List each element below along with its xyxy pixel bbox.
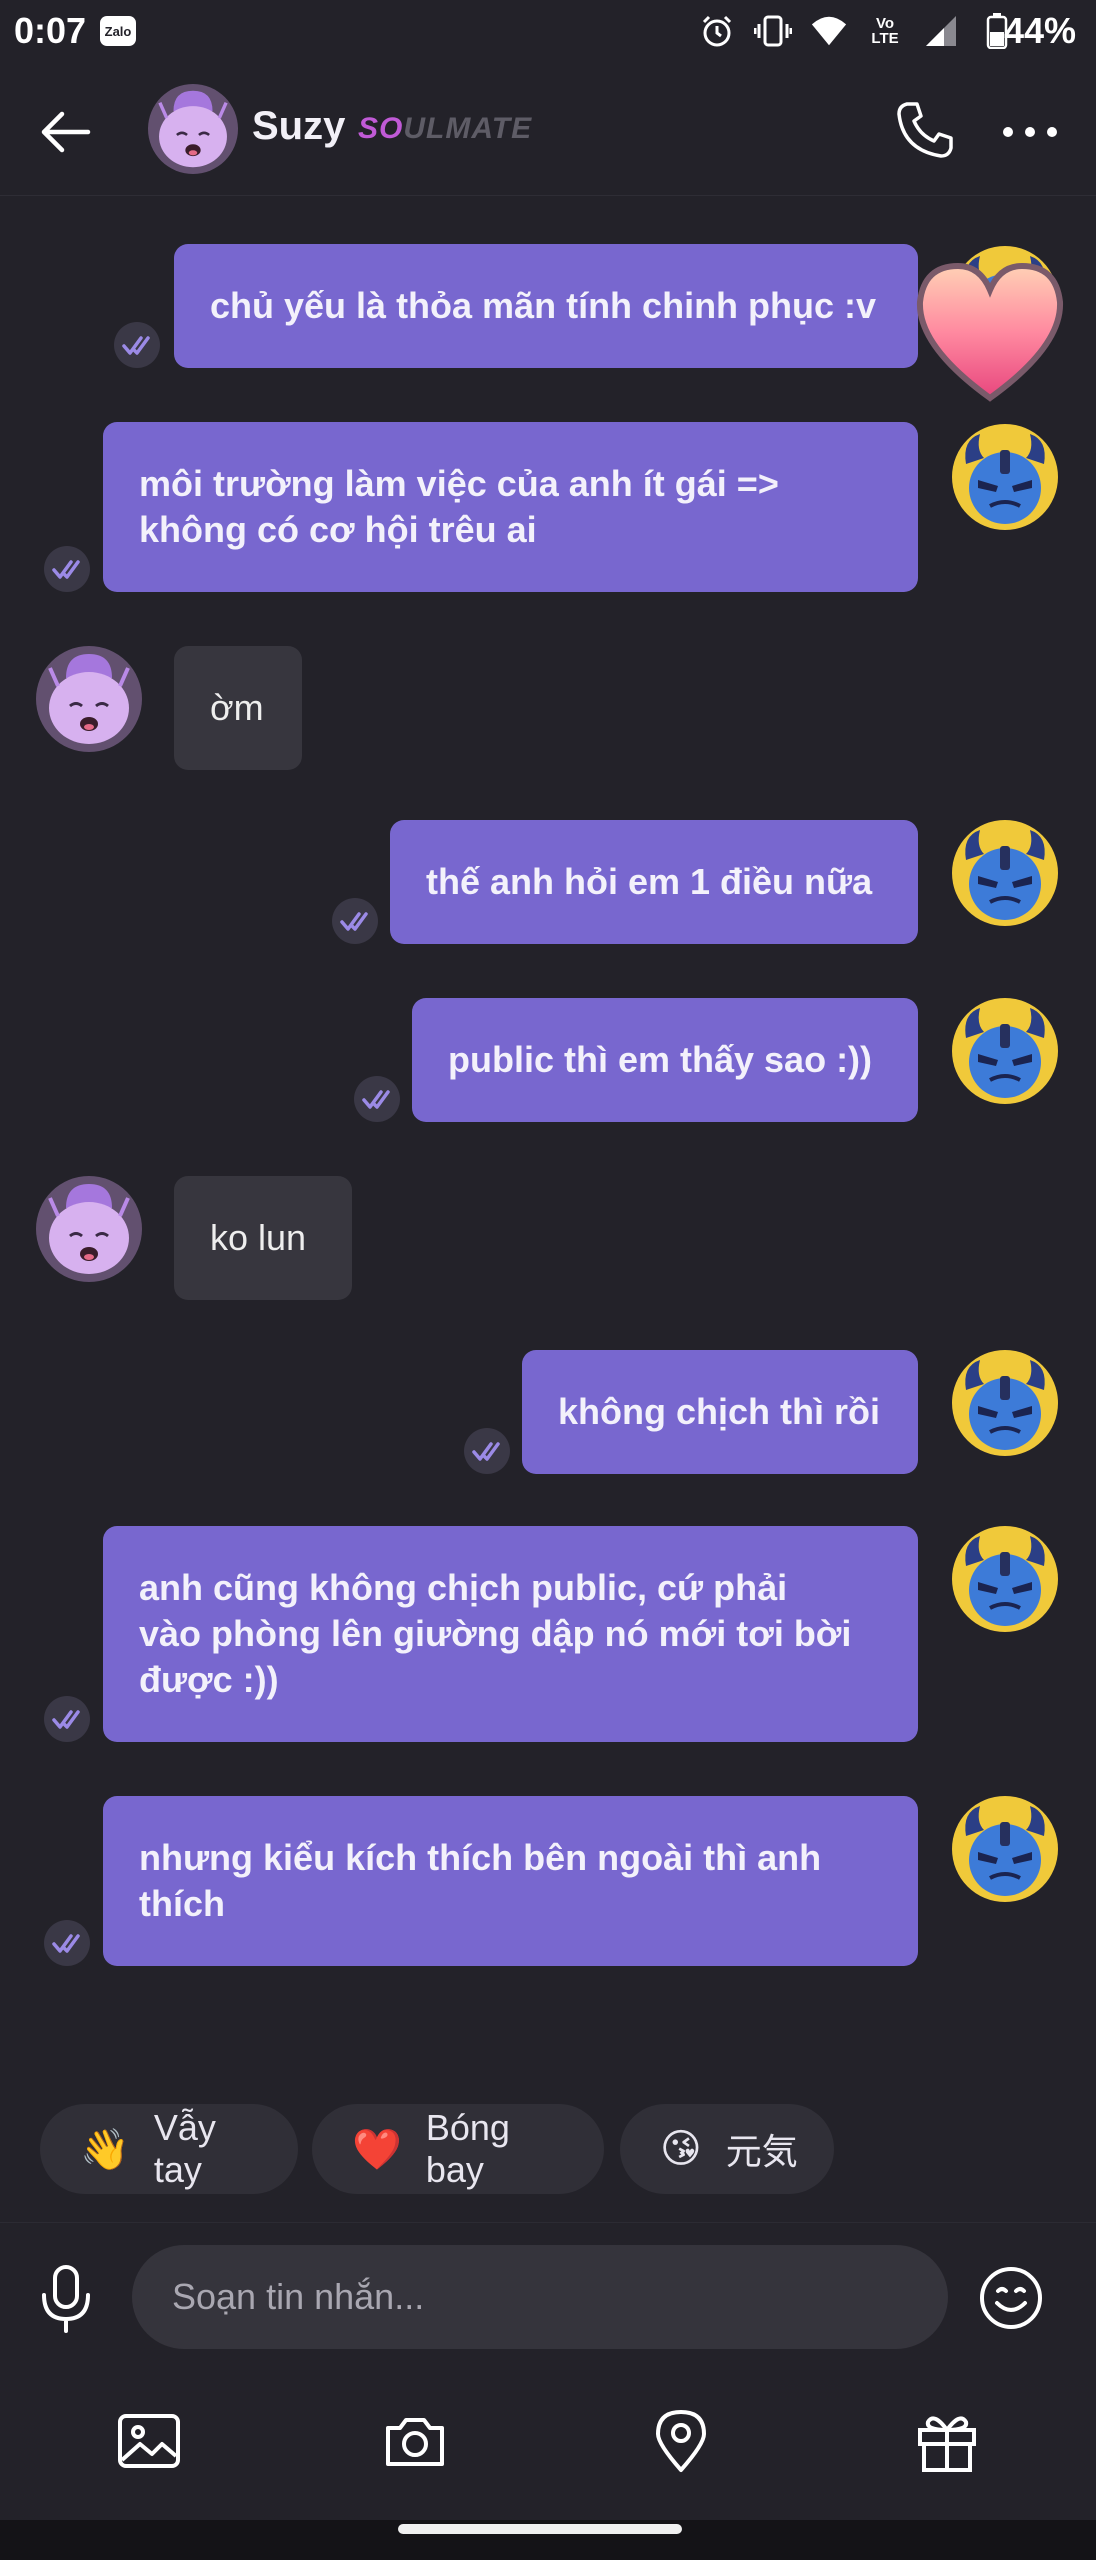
arrow-left-icon [41, 111, 91, 153]
status-time: 0:07 [14, 10, 87, 51]
wifi-icon [810, 12, 848, 50]
quick-reaction-balloon[interactable]: ❤️ Bóng bay [312, 2104, 604, 2194]
back-button[interactable] [36, 102, 96, 162]
status-bar: 0:07 Zalo Vo LTE 44% [0, 0, 1096, 62]
message-bubble-outgoing[interactable]: môi trường làm việc của anh ít gái => kh… [103, 422, 918, 592]
composer-bar [0, 2222, 1096, 2370]
battery-percent: 44% [1003, 10, 1076, 51]
phone-icon [897, 102, 953, 158]
emoji-button[interactable] [978, 2265, 1044, 2331]
home-gesture-handle[interactable] [398, 2524, 682, 2534]
quick-reaction-genki[interactable]: 😘 元気 [620, 2104, 834, 2194]
contact-avatar[interactable] [36, 1176, 142, 1282]
soulmate-badge: SOULMATE [358, 112, 533, 145]
more-horizontal-icon [1003, 127, 1057, 137]
attachment-toolbar [0, 2370, 1096, 2520]
quick-reaction-label: 元気 [725, 2131, 798, 2172]
heart-icon: ❤️ [352, 2126, 402, 2173]
location-button[interactable] [646, 2406, 716, 2476]
read-receipt-icon [44, 1696, 90, 1742]
microphone-icon [42, 2265, 90, 2333]
my-avatar[interactable] [952, 424, 1058, 530]
quick-reaction-label: Bóng bay [425, 2107, 510, 2190]
voice-message-button[interactable] [36, 2263, 96, 2335]
heart-sticker-icon [916, 262, 1064, 402]
kiss-face-icon: 😘 [660, 2126, 702, 2172]
volte-icon: Vo LTE [871, 15, 899, 47]
vibrate-icon [754, 12, 792, 50]
message-input[interactable] [132, 2245, 948, 2349]
call-button[interactable] [893, 98, 957, 162]
read-receipt-icon [44, 546, 90, 592]
my-avatar[interactable] [952, 1796, 1058, 1902]
read-receipt-icon [114, 322, 160, 368]
message-bubble-outgoing[interactable]: public thì em thấy sao :)) [412, 998, 918, 1122]
gift-icon [918, 2416, 976, 2472]
read-receipt-icon [464, 1428, 510, 1474]
alarm-icon [698, 12, 736, 50]
read-receipt-icon [44, 1920, 90, 1966]
camera-button[interactable] [380, 2406, 450, 2476]
read-receipt-icon [354, 1076, 400, 1122]
gallery-button[interactable] [114, 2406, 184, 2476]
signal-icon [922, 12, 960, 50]
my-avatar[interactable] [952, 998, 1058, 1104]
message-bubble-outgoing[interactable]: nhưng kiểu kích thích bên ngoài thì anh … [103, 1796, 918, 1966]
more-options-button[interactable] [998, 102, 1062, 162]
my-avatar[interactable] [952, 820, 1058, 926]
my-avatar[interactable] [952, 1526, 1058, 1632]
my-avatar[interactable] [952, 1350, 1058, 1456]
camera-icon [386, 2418, 444, 2466]
contact-avatar[interactable] [148, 84, 238, 174]
wave-icon: 👋 [80, 2126, 130, 2173]
contact-name[interactable]: Suzy [252, 104, 345, 149]
read-receipt-icon [332, 898, 378, 944]
contact-avatar[interactable] [36, 646, 142, 752]
message-bubble-incoming[interactable]: ờm [174, 646, 302, 770]
message-bubble-outgoing[interactable]: thế anh hỏi em 1 điều nữa [390, 820, 918, 944]
quick-reaction-label: Vẫy tay [153, 2107, 216, 2190]
message-bubble-outgoing[interactable]: không chịch thì rồi [522, 1350, 918, 1474]
navigation-bar [0, 2520, 1096, 2560]
gift-button[interactable] [912, 2406, 982, 2476]
chat-header: Suzy SOULMATE [0, 62, 1096, 196]
message-bubble-outgoing[interactable]: chủ yếu là thỏa mãn tính chinh phục :v [174, 244, 918, 368]
message-bubble-outgoing[interactable]: anh cũng không chịch public, cứ phải vào… [103, 1526, 918, 1742]
gallery-icon [118, 2414, 180, 2468]
smiley-icon [980, 2267, 1042, 2329]
message-bubble-incoming[interactable]: ko lun [174, 1176, 352, 1300]
location-icon [656, 2410, 706, 2472]
zalo-notification-icon: Zalo [100, 16, 136, 46]
quick-reaction-wave[interactable]: 👋 Vẫy tay [40, 2104, 298, 2194]
